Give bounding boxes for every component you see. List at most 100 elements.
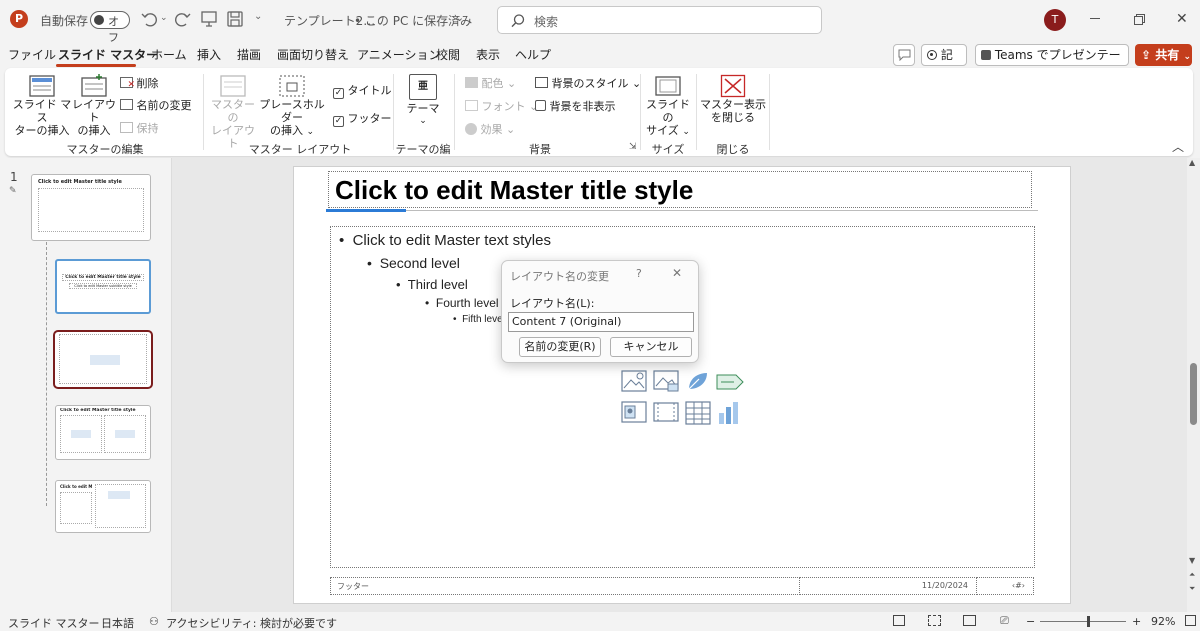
insert-picture-icon[interactable] xyxy=(653,370,679,392)
slide-number-placeholder[interactable]: ‹#› xyxy=(976,577,1034,595)
insert-cameo-icon[interactable] xyxy=(716,371,744,393)
tab-home[interactable]: ホーム xyxy=(151,46,187,63)
tab-view[interactable]: 表示 xyxy=(476,46,500,63)
delete-button[interactable]: ✕ 削除 xyxy=(120,75,159,91)
date-placeholder[interactable]: 11/20/2024 xyxy=(799,577,977,595)
pin-icon: ✎ xyxy=(9,186,17,196)
zoom-slider[interactable] xyxy=(1040,621,1126,622)
status-language[interactable]: 日本語 xyxy=(101,615,134,631)
fit-to-window-icon[interactable] xyxy=(1185,615,1196,626)
comments-button[interactable] xyxy=(893,44,915,66)
vertical-scrollbar[interactable]: ▲ ▼ ⏶ ⏷ xyxy=(1187,158,1200,612)
effects-dropdown[interactable]: 効果 ⌄ xyxy=(465,121,515,137)
collapse-ribbon-icon[interactable]: ︿ xyxy=(1172,138,1184,155)
insert-slide-master-button[interactable]: スライド マス ターの挿入 xyxy=(12,74,72,137)
from-beginning-icon[interactable] xyxy=(200,10,218,28)
insert-chart-icon[interactable] xyxy=(717,401,741,425)
insert-video-icon[interactable] xyxy=(653,401,679,423)
avatar[interactable]: T xyxy=(1044,9,1066,31)
footer-placeholder[interactable]: フッター xyxy=(330,577,800,595)
accessibility-icon[interactable]: ⚇ xyxy=(149,615,159,628)
scroll-thumb[interactable] xyxy=(1190,363,1197,425)
tab-help[interactable]: ヘルプ xyxy=(515,46,551,63)
tab-draw[interactable]: 描画 xyxy=(237,46,261,63)
rename-button[interactable]: 名前の変更 xyxy=(120,97,192,113)
zoom-in-icon[interactable]: + xyxy=(1132,615,1141,628)
tab-review[interactable]: 校閲 xyxy=(436,46,460,63)
restore-icon[interactable] xyxy=(1134,14,1145,25)
slideshow-icon[interactable]: ⎚ xyxy=(1000,614,1009,628)
next-slide-icon[interactable]: ⏷ xyxy=(1189,584,1195,594)
record-button[interactable]: 記録 xyxy=(921,44,967,82)
slide-size-chevron-icon: ⌄ xyxy=(682,127,690,137)
title-placeholder[interactable]: Click to edit Master title style xyxy=(328,171,1032,208)
slide-master-icon xyxy=(29,75,55,97)
thumb-left-content xyxy=(60,415,102,453)
insert-layout-label-2: の挿入 xyxy=(77,124,111,137)
thumbnail-two-content-layout[interactable]: Click to edit Master title style xyxy=(55,405,151,460)
zoom-out-icon[interactable]: − xyxy=(1026,615,1035,628)
dialog-title: レイアウト名の変更 xyxy=(510,270,609,283)
hide-background-checkbox[interactable]: 背景を非表示 xyxy=(535,98,616,114)
scroll-up-icon[interactable]: ▲ xyxy=(1189,158,1195,167)
title-checkbox[interactable]: ✓ タイトル xyxy=(333,82,392,99)
zoom-percent[interactable]: 92% xyxy=(1151,615,1175,628)
status-accessibility[interactable]: アクセシビリティ: 検討が必要です xyxy=(166,615,337,631)
footer-checkbox[interactable]: ✓ フッター xyxy=(333,110,392,127)
tab-insert[interactable]: 挿入 xyxy=(197,46,221,63)
cancel-button[interactable]: キャンセル xyxy=(610,337,692,357)
background-styles-dropdown[interactable]: 背景のスタイル ⌄ xyxy=(535,75,641,91)
themes-button[interactable]: 亜 テーマ ⌄ xyxy=(400,74,446,128)
slide-sorter-icon[interactable] xyxy=(928,615,941,626)
dialog-help-icon[interactable]: ? xyxy=(636,267,642,280)
thumbnail-content-layout-selected[interactable] xyxy=(53,330,153,389)
insert-table-icon[interactable] xyxy=(685,401,711,425)
rename-confirm-button[interactable]: 名前の変更(R) xyxy=(519,337,601,357)
teams-present-button[interactable]: Teams でプレゼンテーション xyxy=(975,44,1129,82)
redo-icon[interactable] xyxy=(172,9,192,29)
insert-3d-model-icon[interactable] xyxy=(621,401,647,423)
tab-transitions[interactable]: 画面切り替え xyxy=(277,46,349,63)
slide-canvas[interactable]: Click to edit Master title style • Click… xyxy=(293,166,1071,604)
previous-slide-icon[interactable]: ⏶ xyxy=(1189,570,1195,580)
format-background-launcher-icon[interactable]: ⇲ xyxy=(629,142,637,152)
group-label-size: サイズ xyxy=(651,143,685,156)
undo-icon[interactable] xyxy=(140,9,160,29)
layout-name-input[interactable]: Content 7 (Original) xyxy=(508,312,694,332)
fonts-dropdown[interactable]: フォント ⌄ xyxy=(465,98,538,114)
share-button[interactable]: ⇪ 共有 ⌄ xyxy=(1135,44,1192,66)
save-icon[interactable] xyxy=(226,10,244,28)
themes-label: テーマ xyxy=(406,102,440,115)
customize-qat-icon[interactable]: ⌄ xyxy=(254,11,262,22)
insert-layout-button[interactable]: レイアウト の挿入 xyxy=(72,74,116,137)
tab-slide-master[interactable]: スライド マスター xyxy=(58,46,158,63)
thumb-body-placeholder xyxy=(38,188,144,232)
insert-icons-icon[interactable] xyxy=(685,369,711,393)
master-layout-button[interactable]: マスターの レイアウト xyxy=(207,74,259,150)
normal-view-icon[interactable] xyxy=(893,615,905,626)
save-status-chevron-icon[interactable]: ⌄ xyxy=(455,11,464,24)
autosave-toggle[interactable]: オフ xyxy=(90,11,130,44)
reading-view-icon[interactable] xyxy=(963,615,976,626)
search-box[interactable]: 検索 xyxy=(497,6,822,34)
comment-icon xyxy=(898,49,911,61)
tab-file[interactable]: ファイル xyxy=(8,46,56,63)
thumbnail-title-layout[interactable]: Click to edit Master title style Click t… xyxy=(55,259,151,314)
scroll-down-icon[interactable]: ▼ xyxy=(1189,556,1195,565)
date-text: 11/20/2024 xyxy=(921,581,968,590)
dialog-close-icon[interactable]: ✕ xyxy=(672,266,682,280)
minimize-icon[interactable] xyxy=(1090,18,1100,19)
thumbnail-slide-master[interactable]: Click to edit Master title style xyxy=(31,174,151,241)
close-window-icon[interactable]: ✕ xyxy=(1176,11,1188,27)
slide-size-button[interactable]: スライドの サイズ ⌄ xyxy=(644,74,692,139)
thumbnail-content-caption-layout[interactable]: Click to edit Master title style xyxy=(55,480,151,533)
colors-dropdown[interactable]: 配色 ⌄ xyxy=(465,75,516,91)
undo-dropdown-icon[interactable]: ⌄ xyxy=(160,13,168,23)
insert-placeholder-chevron-icon: ⌄ xyxy=(306,127,315,137)
close-master-view-button[interactable]: マスター表示 を閉じる xyxy=(700,74,766,124)
insert-stock-image-icon[interactable] xyxy=(621,370,647,392)
tab-animations[interactable]: アニメーション xyxy=(357,46,441,63)
insert-placeholder-button[interactable]: プレースホルダー の挿入 ⌄ xyxy=(257,74,327,139)
zoom-slider-thumb[interactable] xyxy=(1087,616,1091,627)
preserve-button[interactable]: 保持 xyxy=(120,120,159,136)
